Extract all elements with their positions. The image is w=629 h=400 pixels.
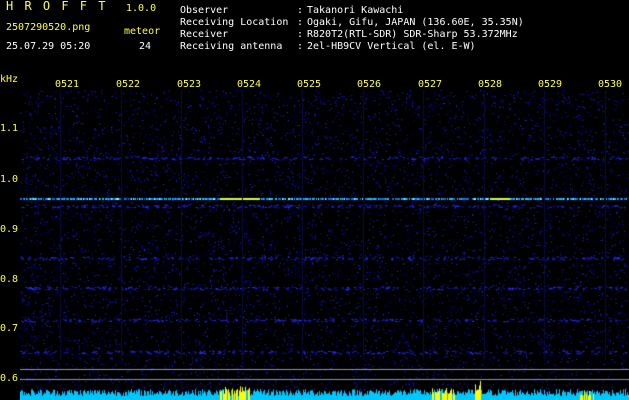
y-tick-label: 0.7 [0, 323, 19, 334]
info-label-location: Receiving Location [180, 17, 289, 28]
info-colon: : [297, 29, 304, 40]
x-tick-label: 0528 [478, 79, 503, 90]
x-tick-label: 0521 [55, 79, 80, 90]
y-tick-label: 0.6 [0, 373, 19, 384]
info-colon: : [297, 5, 304, 16]
y-tick-label: 1.1 [0, 123, 19, 134]
x-tick-label: 0526 [357, 79, 382, 90]
info-value-observer: Takanori Kawachi [307, 5, 404, 16]
x-tick-label: 0524 [237, 79, 262, 90]
app-version: 1.0.0 [126, 3, 157, 14]
meteor-label: meteor [124, 26, 161, 37]
x-tick-label: 0530 [598, 79, 623, 90]
spectrogram-plot [20, 90, 629, 400]
x-tick-label: 0529 [538, 79, 563, 90]
x-tick-label: 0527 [418, 79, 443, 90]
y-tick-label: 1.0 [0, 174, 19, 185]
info-colon: : [297, 41, 304, 52]
info-value-receiver: R820T2(RTL-SDR) SDR-Sharp 53.372MHz [307, 29, 518, 40]
timestamp: 25.07.29 05:20 [6, 41, 91, 52]
x-tick-label: 0525 [297, 79, 322, 90]
x-tick-label: 0523 [177, 79, 202, 90]
y-tick-label: 0.9 [0, 224, 19, 235]
y-axis-unit: kHz [0, 74, 19, 85]
info-value-antenna: 2el-HB9CV Vertical (el. E-W) [307, 41, 476, 52]
y-tick-label: 0.8 [0, 274, 19, 285]
file-name: 2507290520.png [6, 22, 91, 33]
app-title: H R O F F T [6, 0, 108, 13]
info-colon: : [297, 17, 304, 28]
x-tick-label: 0522 [116, 79, 141, 90]
info-value-location: Ogaki, Gifu, JAPAN (136.60E, 35.35N) [307, 17, 524, 28]
meteor-count: 24 [139, 41, 152, 52]
info-label-observer: Observer [180, 5, 229, 16]
info-label-receiver: Receiver [180, 29, 229, 40]
info-label-antenna: Receiving antenna [180, 41, 283, 52]
